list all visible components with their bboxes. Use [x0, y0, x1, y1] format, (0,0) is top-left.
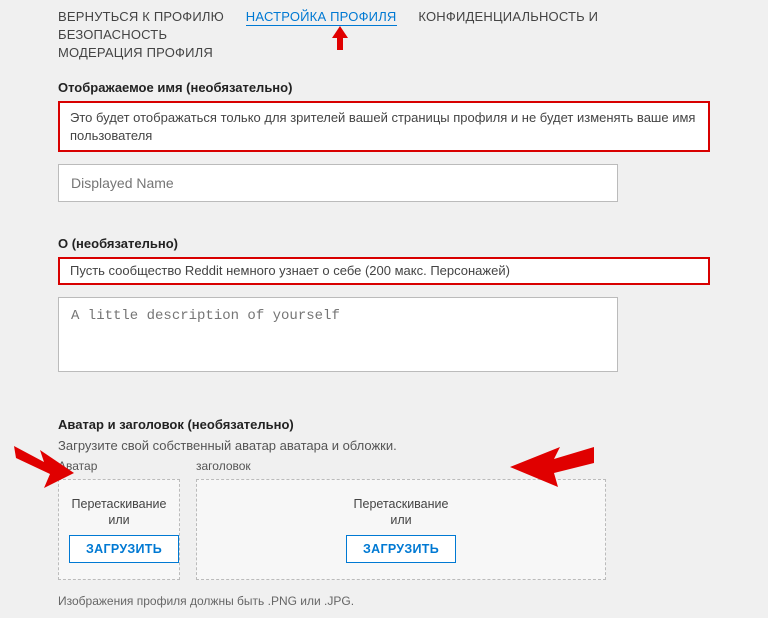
header-drag-text: Перетаскивание	[207, 496, 595, 514]
tab-profile-moderation[interactable]: МОДЕРАЦИЯ ПРОФИЛЯ	[58, 45, 213, 60]
header-col-label: заголовок	[196, 459, 606, 473]
header-upload-button[interactable]: ЗАГРУЗИТЬ	[346, 535, 456, 563]
display-name-label: Отображаемое имя (необязательно)	[58, 80, 710, 95]
avatar-section-label: Аватар и заголовок (необязательно)	[58, 417, 710, 432]
avatar-upload-dropzone[interactable]: Перетаскивание или ЗАГРУЗИТЬ	[58, 479, 180, 581]
header-or-text: или	[207, 513, 595, 527]
avatar-or-text: или	[69, 513, 169, 527]
display-name-help: Это будет отображаться только для зрител…	[58, 101, 710, 152]
about-label: О (необязательно)	[58, 236, 710, 251]
avatar-upload-button[interactable]: ЗАГРУЗИТЬ	[69, 535, 179, 563]
about-help: Пусть сообщество Reddit немного узнает о…	[58, 257, 710, 285]
tab-profile-settings[interactable]: НАСТРОЙКА ПРОФИЛЯ	[246, 9, 397, 26]
avatar-drag-text: Перетаскивание	[69, 496, 169, 514]
header-upload-dropzone[interactable]: Перетаскивание или ЗАГРУЗИТЬ	[196, 479, 606, 581]
tab-back-to-profile[interactable]: ВЕРНУТЬСЯ К ПРОФИЛЮ	[58, 9, 224, 24]
avatar-section-subtext: Загрузите свой собственный аватар аватар…	[58, 438, 710, 453]
avatar-col-label: Аватар	[58, 459, 180, 473]
image-format-note: Изображения профиля должны быть .PNG или…	[58, 594, 710, 608]
about-textarea[interactable]	[58, 297, 618, 372]
settings-tabs: ВЕРНУТЬСЯ К ПРОФИЛЮ НАСТРОЙКА ПРОФИЛЯ КО…	[58, 8, 710, 62]
display-name-input[interactable]	[58, 164, 618, 202]
